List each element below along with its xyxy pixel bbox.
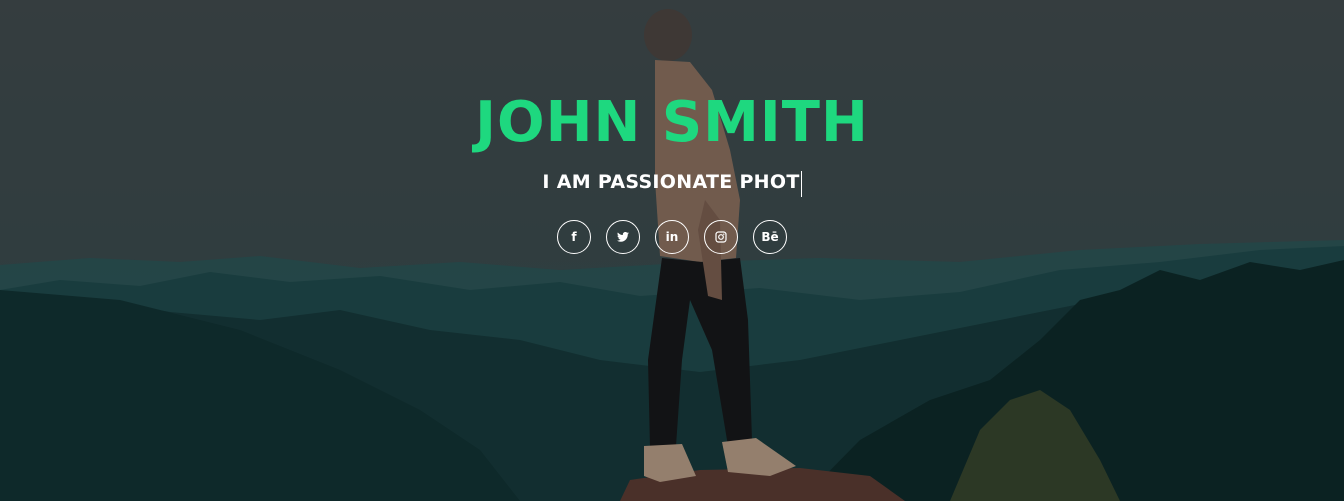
facebook-link[interactable]: f	[557, 220, 591, 254]
behance-link[interactable]: Bē	[753, 220, 787, 254]
linkedin-icon: in	[665, 230, 679, 244]
hero-tagline: I AM PASSIONATE PHOT	[542, 171, 800, 193]
facebook-icon: f	[571, 230, 577, 244]
twitter-link[interactable]	[606, 220, 640, 254]
instagram-icon	[715, 231, 727, 243]
hero-section: JOHN SMITH I AM PASSIONATE PHOT f in Bē	[0, 0, 1344, 501]
social-links: f in Bē	[0, 220, 1344, 254]
twitter-icon	[617, 232, 629, 242]
behance-icon: Bē	[761, 230, 779, 244]
typing-caret	[800, 170, 802, 197]
hero-content: JOHN SMITH I AM PASSIONATE PHOT f in Bē	[0, 0, 1344, 501]
instagram-link[interactable]	[704, 220, 738, 254]
hero-name: JOHN SMITH	[475, 90, 869, 155]
hero-tagline-wrapper: I AM PASSIONATE PHOT	[0, 168, 1344, 197]
linkedin-link[interactable]: in	[655, 220, 689, 254]
